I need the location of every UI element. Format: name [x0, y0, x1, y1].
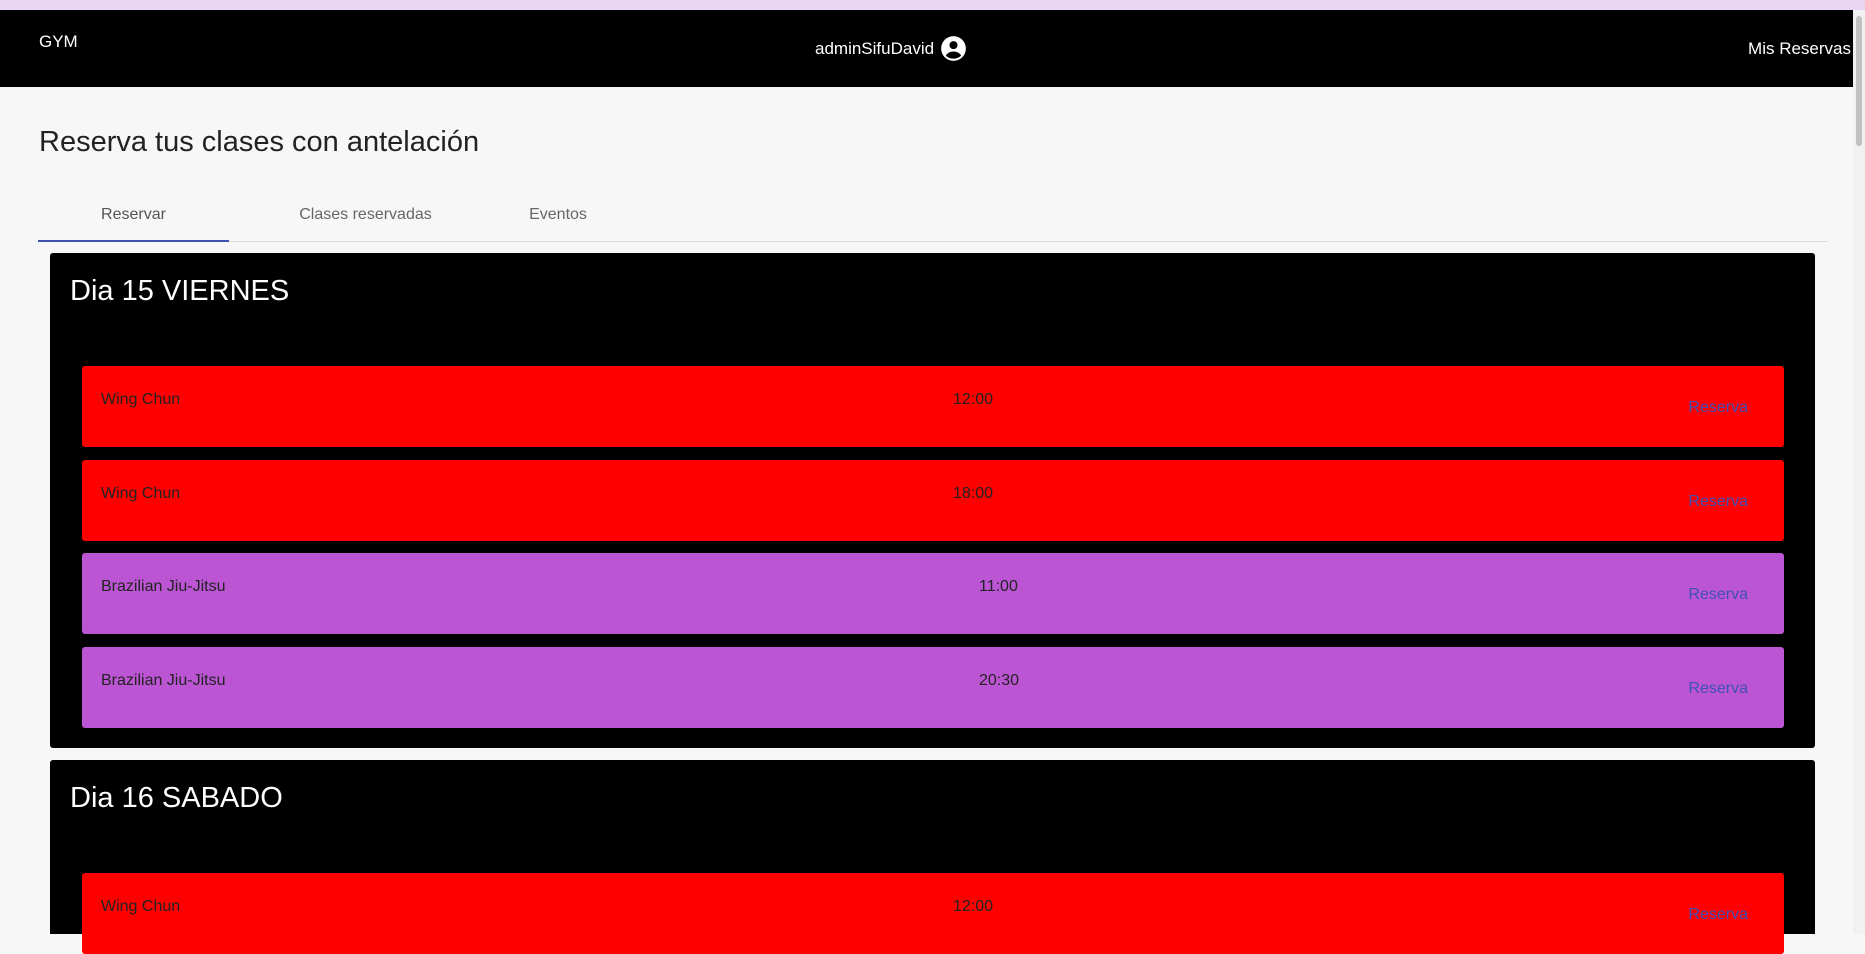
- account-circle-icon: [941, 36, 966, 61]
- class-time: 11:00: [979, 578, 1018, 595]
- page-title: Reserva tus clases con antelación: [39, 126, 480, 158]
- class-name: Wing Chun: [101, 485, 181, 502]
- my-reservations-link[interactable]: Mis Reservas: [1748, 39, 1851, 59]
- reserve-button[interactable]: Reserva: [1688, 493, 1748, 511]
- day-card: Dia 15 VIERNES Wing Chun 12:00 Reserva W…: [50, 253, 1815, 748]
- tab-clases-reservadas[interactable]: Clases reservadas: [263, 190, 468, 240]
- day-card: Dia 16 SABADO Wing Chun 12:00 Reserva: [50, 760, 1815, 954]
- username: adminSifuDavid: [815, 38, 935, 58]
- tab-eventos[interactable]: Eventos: [478, 190, 638, 240]
- class-row: Wing Chun 12:00 Reserva: [82, 366, 1784, 447]
- scrollbar-thumb[interactable]: [1856, 16, 1862, 146]
- class-name: Wing Chun: [101, 898, 181, 915]
- class-row: Wing Chun 12:00 Reserva: [82, 873, 1784, 954]
- tab-bar: Reservar Clases reservadas Eventos: [38, 190, 1828, 242]
- brand-logo[interactable]: GYM: [39, 32, 78, 52]
- reserve-button[interactable]: Reserva: [1688, 399, 1748, 417]
- day-title: Dia 15 VIERNES: [70, 275, 290, 307]
- top-app-bar: GYM adminSifuDavid Mis Reservas: [0, 10, 1853, 87]
- reserve-button[interactable]: Reserva: [1688, 906, 1748, 924]
- class-time: 12:00: [953, 898, 994, 915]
- reserve-button[interactable]: Reserva: [1688, 586, 1748, 604]
- class-time: 12:00: [953, 391, 994, 408]
- class-row: Brazilian Jiu-Jitsu 20:30 Reserva: [82, 647, 1784, 728]
- browser-strip: [0, 0, 1865, 10]
- class-name: Wing Chun: [101, 391, 181, 408]
- user-menu[interactable]: adminSifuDavid: [815, 35, 967, 62]
- class-time: 18:00: [953, 485, 994, 502]
- class-name: Brazilian Jiu-Jitsu: [101, 578, 226, 595]
- day-title: Dia 16 SABADO: [70, 782, 283, 814]
- class-time: 20:30: [979, 672, 1020, 689]
- scrollbar[interactable]: [1853, 10, 1865, 934]
- class-name: Brazilian Jiu-Jitsu: [101, 672, 226, 689]
- tab-reservar[interactable]: Reservar: [38, 190, 229, 242]
- class-row: Brazilian Jiu-Jitsu 11:00 Reserva: [82, 553, 1784, 634]
- class-row: Wing Chun 18:00 Reserva: [82, 460, 1784, 541]
- reserve-button[interactable]: Reserva: [1688, 680, 1748, 698]
